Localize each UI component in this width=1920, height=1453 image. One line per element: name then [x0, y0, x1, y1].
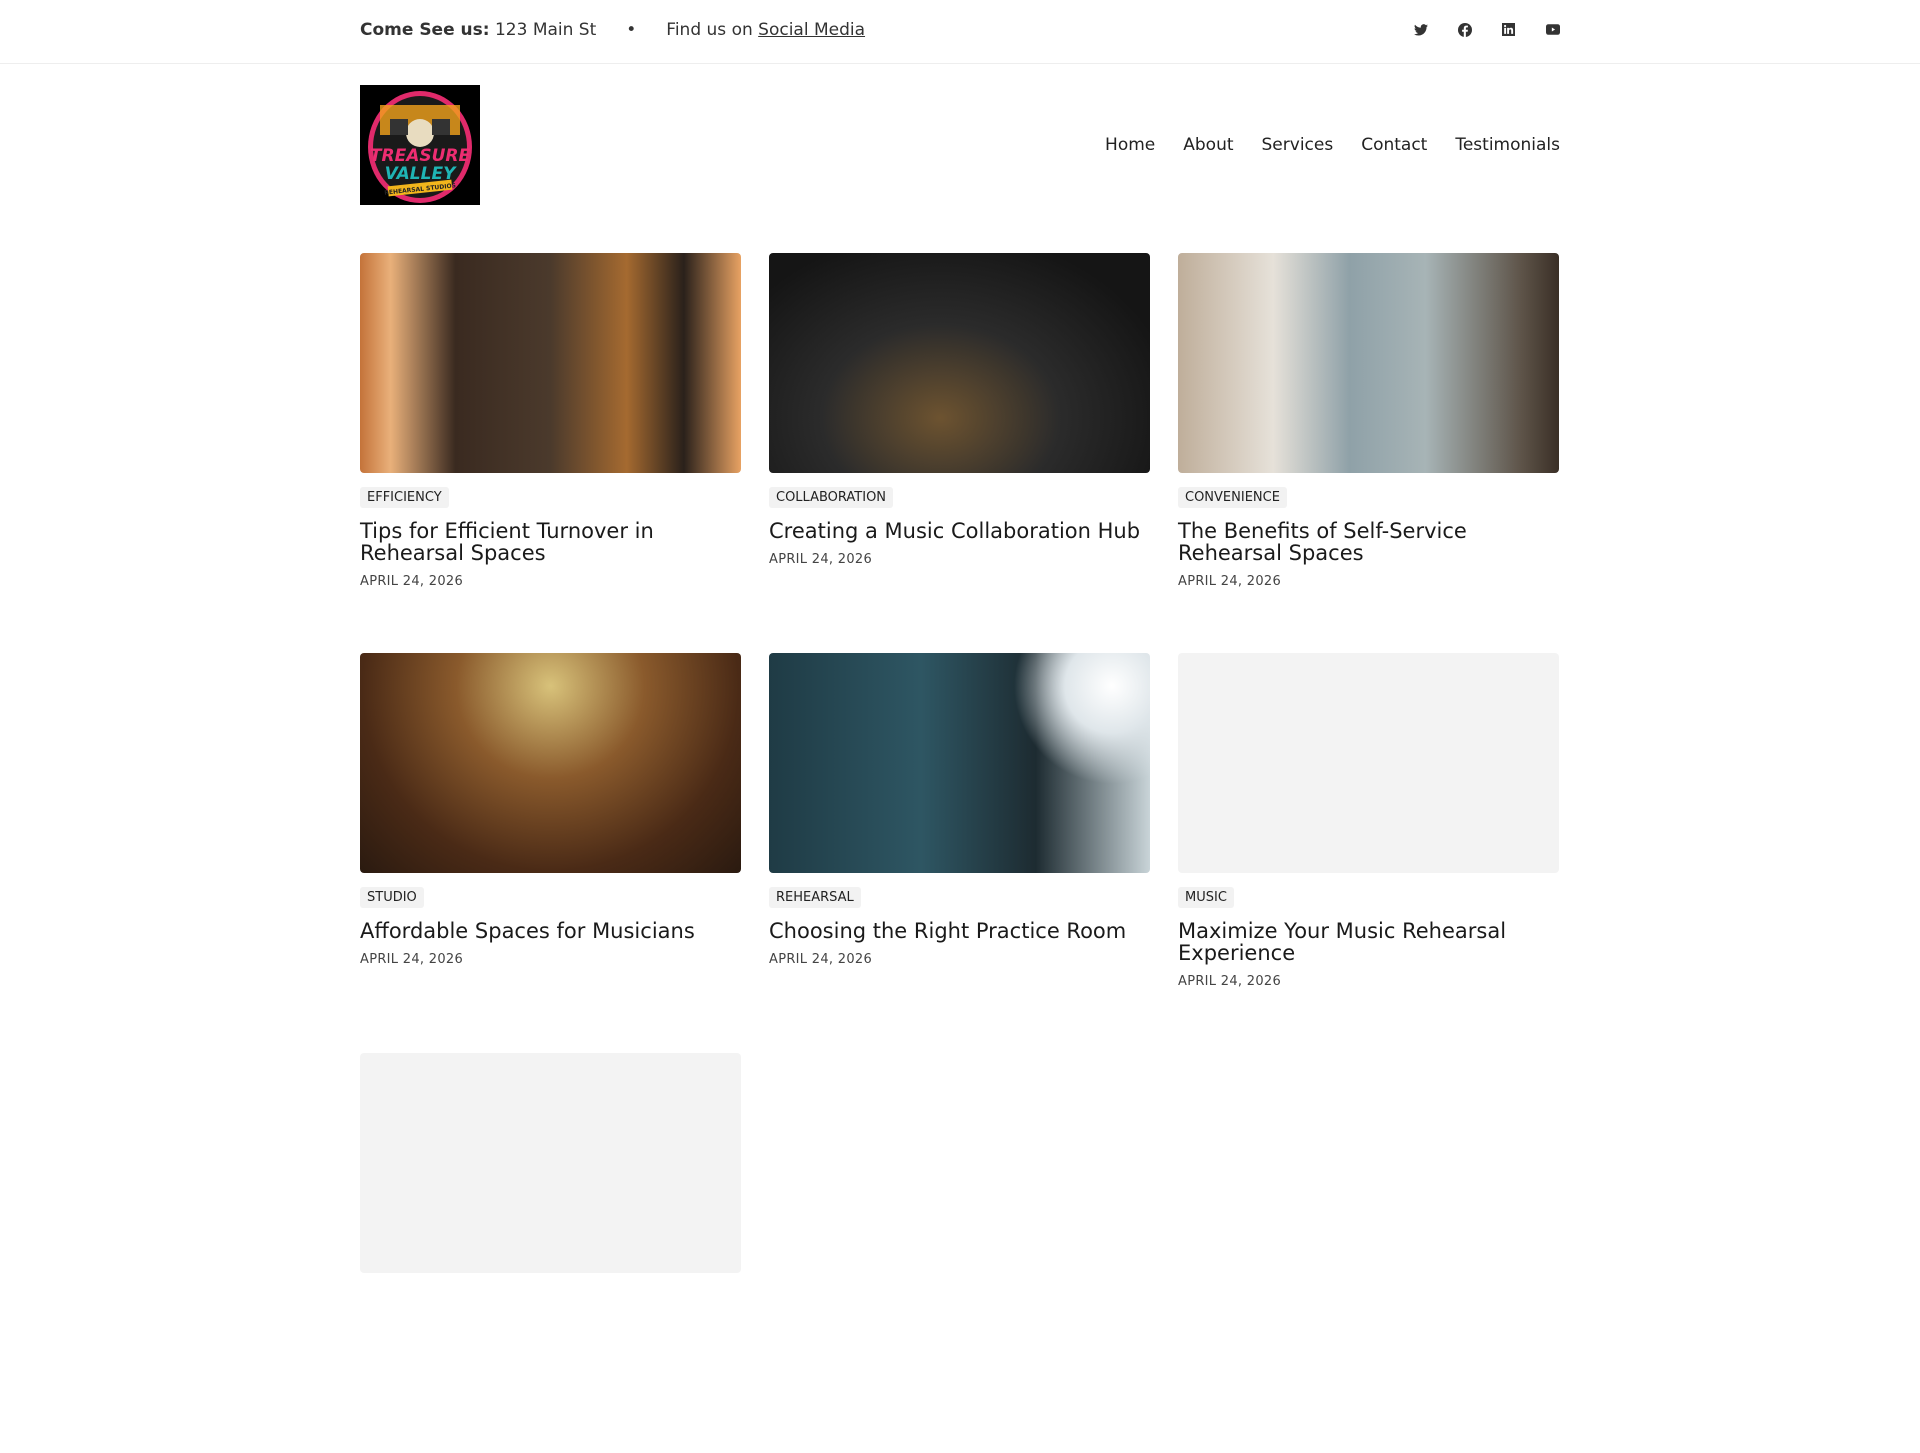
nav-about[interactable]: About	[1183, 135, 1233, 155]
visit-label: Come See us:	[360, 20, 490, 40]
post-category[interactable]: MUSIC	[1178, 887, 1234, 908]
post-title[interactable]: Creating a Music Collaboration Hub	[769, 520, 1150, 542]
social-icons	[1413, 22, 1560, 37]
post-image[interactable]	[769, 653, 1150, 873]
separator: •	[626, 20, 637, 40]
post-category[interactable]: STUDIO	[360, 887, 424, 908]
post-category[interactable]: COLLABORATION	[769, 487, 894, 508]
post-image-placeholder[interactable]	[360, 1053, 741, 1273]
post-image[interactable]	[360, 253, 741, 473]
post-card[interactable]	[360, 1053, 741, 1453]
social-media-link[interactable]: Social Media	[758, 20, 865, 40]
linkedin-icon[interactable]	[1501, 22, 1516, 37]
site-logo[interactable]: TREASURE VALLEY REHEARSAL STUDIOS	[360, 85, 480, 205]
post-category[interactable]: EFFICIENCY	[360, 487, 449, 508]
post-title[interactable]: Choosing the Right Practice Room	[769, 920, 1150, 942]
post-card[interactable]: STUDIO Affordable Spaces for Musicians A…	[360, 653, 741, 1053]
top-bar: Come See us: 123 Main St • Find us on So…	[0, 0, 1920, 64]
post-card[interactable]: CONVENIENCE The Benefits of Self-Service…	[1178, 253, 1559, 653]
post-image[interactable]	[360, 653, 741, 873]
post-title[interactable]: Affordable Spaces for Musicians	[360, 920, 741, 942]
post-category[interactable]: REHEARSAL	[769, 887, 861, 908]
nav-services[interactable]: Services	[1262, 135, 1334, 155]
nav-testimonials[interactable]: Testimonials	[1455, 135, 1560, 155]
post-card[interactable]: COLLABORATION Creating a Music Collabora…	[769, 253, 1150, 653]
post-date: APRIL 24, 2026	[1178, 974, 1282, 989]
site-header: TREASURE VALLEY REHEARSAL STUDIOS Home A…	[0, 64, 1920, 244]
post-title[interactable]: The Benefits of Self-Service Rehearsal S…	[1178, 520, 1508, 564]
post-date: APRIL 24, 2026	[360, 574, 464, 589]
contact-info: Come See us: 123 Main St • Find us on So…	[360, 20, 865, 40]
post-image[interactable]	[1178, 253, 1559, 473]
svg-text:TREASURE: TREASURE	[370, 146, 471, 166]
post-card[interactable]: EFFICIENCY Tips for Efficient Turnover i…	[360, 253, 741, 653]
post-category[interactable]: CONVENIENCE	[1178, 487, 1287, 508]
post-image-placeholder[interactable]	[1178, 653, 1559, 873]
post-date: APRIL 24, 2026	[769, 552, 873, 567]
post-grid: EFFICIENCY Tips for Efficient Turnover i…	[360, 253, 1560, 1453]
post-card[interactable]: MUSIC Maximize Your Music Rehearsal Expe…	[1178, 653, 1559, 1053]
post-title[interactable]: Maximize Your Music Rehearsal Experience	[1178, 920, 1508, 964]
address: 123 Main St	[494, 20, 597, 40]
post-title[interactable]: Tips for Efficient Turnover in Rehearsal…	[360, 520, 690, 564]
twitter-icon[interactable]	[1413, 22, 1428, 37]
post-date: APRIL 24, 2026	[769, 952, 873, 967]
youtube-icon[interactable]	[1545, 22, 1560, 37]
post-date: APRIL 24, 2026	[360, 952, 464, 967]
main-nav: Home About Services Contact Testimonials	[1105, 135, 1560, 155]
nav-home[interactable]: Home	[1105, 135, 1155, 155]
post-card[interactable]: REHEARSAL Choosing the Right Practice Ro…	[769, 653, 1150, 1053]
post-date: APRIL 24, 2026	[1178, 574, 1282, 589]
post-image[interactable]	[769, 253, 1150, 473]
facebook-icon[interactable]	[1457, 22, 1472, 37]
nav-contact[interactable]: Contact	[1361, 135, 1427, 155]
find-text: Find us on	[666, 20, 753, 40]
